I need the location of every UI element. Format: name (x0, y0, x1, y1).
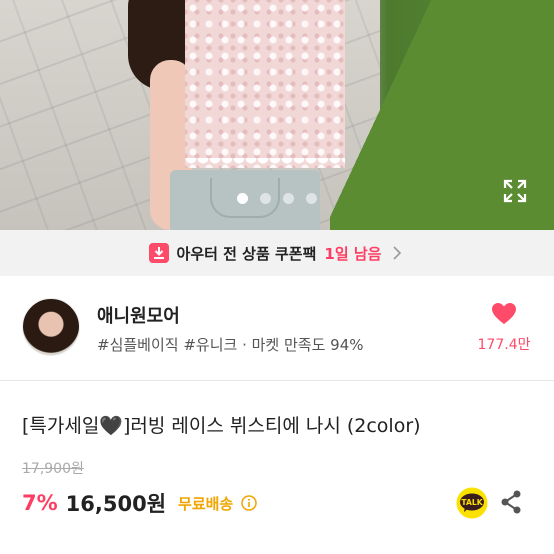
store-info: 애니원모어 #심플베이직 #유니크 · 마켓 만족도 94% 177.4만 (0, 290, 554, 370)
original-price: 17,900원 (22, 461, 84, 477)
coupon-text: 아우터 전 상품 쿠폰팩 (176, 244, 317, 263)
product-title: [특가세일🖤]러빙 레이스 뷔스티에 나시 (2color) (22, 415, 421, 437)
chevron-right-icon (393, 246, 402, 260)
coupon-icon (148, 243, 169, 263)
free-shipping-label: 무료배송 (178, 494, 234, 513)
coupon-remaining: 1일 남음 (324, 244, 382, 263)
discount-rate: 7% (22, 491, 58, 515)
divider (0, 380, 554, 381)
like-count: 177.4만 (477, 337, 531, 353)
carousel-dot[interactable] (237, 193, 248, 204)
talk-label: TALK (461, 498, 483, 507)
share-icon[interactable] (500, 489, 522, 515)
carousel-dot[interactable] (260, 193, 271, 204)
heart-icon (492, 303, 516, 324)
like-button[interactable]: 177.4만 (476, 302, 532, 353)
price-row: 7% 16,500원 무료배송 (22, 488, 257, 518)
photo-lace-top (185, 0, 345, 168)
carousel-dot[interactable] (306, 193, 317, 204)
sale-price: 16,500원 (65, 492, 167, 516)
expand-icon[interactable] (502, 178, 528, 204)
carousel-indicator (0, 193, 554, 205)
coupon-banner[interactable]: 아우터 전 상품 쿠폰팩 1일 남음 (0, 230, 554, 276)
kakao-talk-button[interactable]: TALK (456, 487, 488, 519)
product-image[interactable] (0, 0, 554, 230)
store-avatar[interactable] (22, 298, 80, 356)
store-name[interactable]: 애니원모어 (97, 302, 180, 328)
info-icon[interactable] (241, 495, 257, 511)
store-tags: #심플베이직 #유니크 · 마켓 만족도 94% (97, 336, 364, 354)
photo-lace-trim (185, 158, 345, 170)
carousel-dot[interactable] (283, 193, 294, 204)
